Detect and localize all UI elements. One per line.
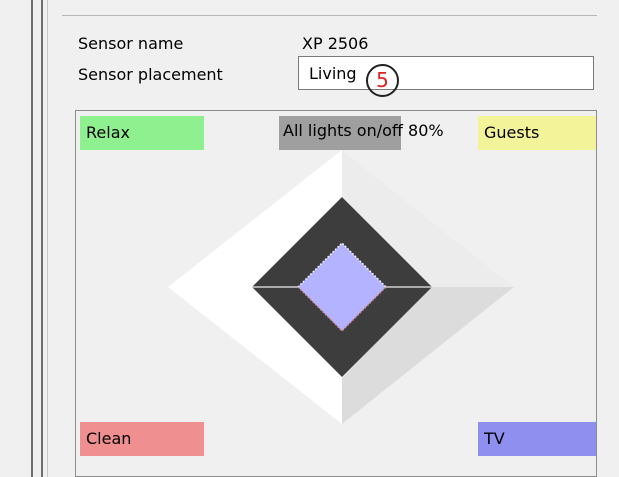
scene-relax-label: Relax [86,123,130,142]
scene-all-lights-label: All lights on/off 80% [283,121,444,140]
scene-clean-button[interactable]: Clean [80,422,204,456]
scene-relax-button[interactable]: Relax [80,116,204,150]
scene-guests-label: Guests [484,123,540,142]
scene-tv-label: TV [484,429,505,448]
scene-clean-label: Clean [86,429,132,448]
scene-guests-button[interactable]: Guests [478,116,596,150]
scene-tv-button[interactable]: TV [478,422,596,456]
sensor-diagram [168,150,514,424]
